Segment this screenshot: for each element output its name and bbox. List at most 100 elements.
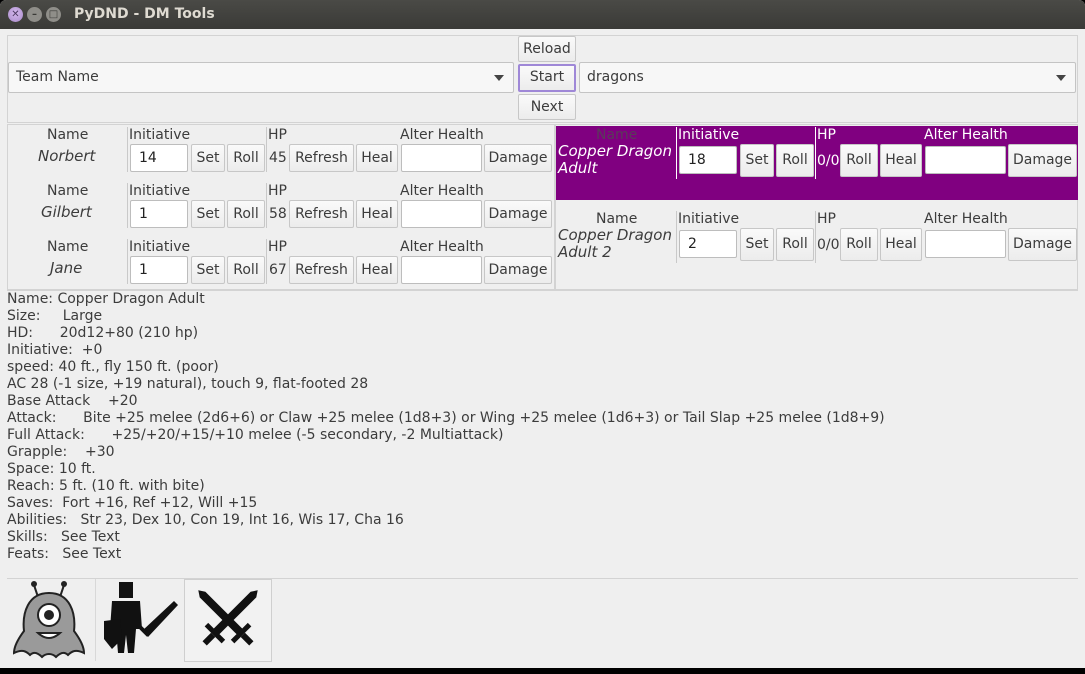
name-header: Name xyxy=(596,211,638,227)
refresh-hp-button[interactable]: Refresh xyxy=(289,144,354,172)
stat-line: Initiative: +0 xyxy=(7,342,103,358)
set-initiative-button[interactable]: Set xyxy=(191,144,225,172)
set-initiative-button[interactable]: Set xyxy=(191,200,225,228)
player-name: Gilbert xyxy=(41,203,92,221)
monster-icon xyxy=(12,581,86,659)
heal-button[interactable]: Heal xyxy=(356,200,398,228)
set-initiative-button[interactable]: Set xyxy=(191,256,225,284)
name-header: Name xyxy=(47,239,89,255)
alter-health-input[interactable] xyxy=(401,200,482,228)
player-name: Jane xyxy=(50,259,83,277)
stat-line: Saves: Fort +16, Ref +12, Will +15 xyxy=(7,495,258,511)
set-initiative-button[interactable]: Set xyxy=(740,144,774,177)
divider xyxy=(266,127,267,172)
team-select[interactable]: Team Name xyxy=(8,62,514,93)
refresh-hp-button[interactable]: Refresh xyxy=(289,256,354,284)
stat-line: Abilities: Str 23, Dex 10, Con 19, Int 1… xyxy=(7,512,404,528)
monster-name-line: Copper Dragon xyxy=(558,142,672,160)
stat-line: Space: 10 ft. xyxy=(7,461,96,477)
knight-icon xyxy=(104,582,178,653)
damage-button[interactable]: Damage xyxy=(1008,144,1077,177)
divider xyxy=(127,127,128,172)
start-button[interactable]: Start xyxy=(518,64,576,92)
name-header: Name xyxy=(47,127,89,143)
hp-header: HP xyxy=(268,183,287,199)
minimize-window-button[interactable]: – xyxy=(27,7,42,22)
hp-value: 58 xyxy=(269,206,287,222)
damage-button[interactable]: Damage xyxy=(484,144,552,172)
name-header: Name xyxy=(47,183,89,199)
stat-line: Reach: 5 ft. (10 ft. with bite) xyxy=(7,478,205,494)
hp-value: 0/0 xyxy=(817,153,840,169)
hp-value: 0/0 xyxy=(817,237,840,253)
stat-line: HD: 20d12+80 (210 hp) xyxy=(7,325,199,341)
initiative-input[interactable]: 1 xyxy=(130,200,188,228)
roll-initiative-button[interactable]: Roll xyxy=(227,144,265,172)
initiative-input[interactable]: 1 xyxy=(130,256,188,284)
monster-group-value: dragons xyxy=(587,69,644,85)
initiative-input[interactable]: 2 xyxy=(679,230,737,258)
team-select-value: Team Name xyxy=(16,69,99,85)
divider xyxy=(127,239,128,284)
crossed-swords-icon xyxy=(198,590,258,646)
initiative-input[interactable]: 14 xyxy=(130,144,188,172)
next-button[interactable]: Next xyxy=(518,94,576,120)
roll-hp-button[interactable]: Roll xyxy=(840,144,878,177)
heal-button[interactable]: Heal xyxy=(356,144,398,172)
title-bar: ✕ – □ PyDND - DM Tools xyxy=(0,0,1085,29)
initiative-header: Initiative xyxy=(129,183,191,199)
divider xyxy=(676,211,677,263)
roll-initiative-button[interactable]: Roll xyxy=(227,200,265,228)
alter-health-input[interactable] xyxy=(925,146,1006,174)
heal-button[interactable]: Heal xyxy=(356,256,398,284)
divider xyxy=(815,127,816,179)
stat-line: Skills: See Text xyxy=(7,529,120,545)
roll-initiative-button[interactable]: Roll xyxy=(227,256,265,284)
alter-health-input[interactable] xyxy=(925,230,1006,258)
roll-hp-button[interactable]: Roll xyxy=(840,228,878,261)
stat-line: Base Attack +20 xyxy=(7,393,138,409)
player-name: Norbert xyxy=(38,147,96,165)
monster-name-line: Copper Dragon xyxy=(558,226,672,244)
window-bottom-edge xyxy=(0,668,1085,674)
monster-name: Copper Dragon Adult xyxy=(558,143,672,177)
heal-button[interactable]: Heal xyxy=(880,144,922,177)
damage-button[interactable]: Damage xyxy=(484,256,552,284)
alter-health-input[interactable] xyxy=(401,256,482,284)
initiative-header: Initiative xyxy=(678,211,740,227)
stat-line: Attack: Bite +25 melee (2d6+6) or Claw +… xyxy=(7,410,885,426)
alter-health-header: Alter Health xyxy=(400,183,484,199)
monster-name-line: Adult xyxy=(558,159,598,177)
divider xyxy=(676,127,677,179)
damage-button[interactable]: Damage xyxy=(1008,228,1077,261)
refresh-hp-button[interactable]: Refresh xyxy=(289,200,354,228)
initiative-input[interactable]: 18 xyxy=(679,146,737,174)
monster-group-select[interactable]: dragons xyxy=(579,62,1076,93)
stat-line: AC 28 (-1 size, +19 natural), touch 9, f… xyxy=(7,376,369,392)
maximize-window-button[interactable]: □ xyxy=(46,7,61,22)
stat-line: Grapple: +30 xyxy=(7,444,115,460)
hp-header: HP xyxy=(268,127,287,143)
app-window: ✕ – □ PyDND - DM Tools Team Name Reload … xyxy=(0,0,1085,668)
alter-health-input[interactable] xyxy=(401,144,482,172)
alter-health-header: Alter Health xyxy=(924,211,1008,227)
stat-line: Size: Large xyxy=(7,308,103,324)
alter-health-header: Alter Health xyxy=(400,127,484,143)
hp-value: 45 xyxy=(269,150,287,166)
stat-block: Name: Copper Dragon Adult Size: Large HD… xyxy=(7,291,885,563)
set-initiative-button[interactable]: Set xyxy=(740,228,774,261)
initiative-header: Initiative xyxy=(129,239,191,255)
stat-line: Feats: See Text xyxy=(7,546,122,562)
monster-name-line: Adult 2 xyxy=(558,243,612,261)
heal-button[interactable]: Heal xyxy=(880,228,922,261)
initiative-header: Initiative xyxy=(129,127,191,143)
combat-tool-button[interactable] xyxy=(184,579,272,662)
reload-button[interactable]: Reload xyxy=(518,36,576,62)
monster-tool-button[interactable] xyxy=(8,579,94,661)
damage-button[interactable]: Damage xyxy=(484,200,552,228)
roll-initiative-button[interactable]: Roll xyxy=(776,228,814,261)
close-window-button[interactable]: ✕ xyxy=(8,7,23,22)
monster-name: Copper Dragon Adult 2 xyxy=(558,227,672,261)
player-tool-button[interactable] xyxy=(95,579,183,661)
roll-initiative-button[interactable]: Roll xyxy=(776,144,814,177)
